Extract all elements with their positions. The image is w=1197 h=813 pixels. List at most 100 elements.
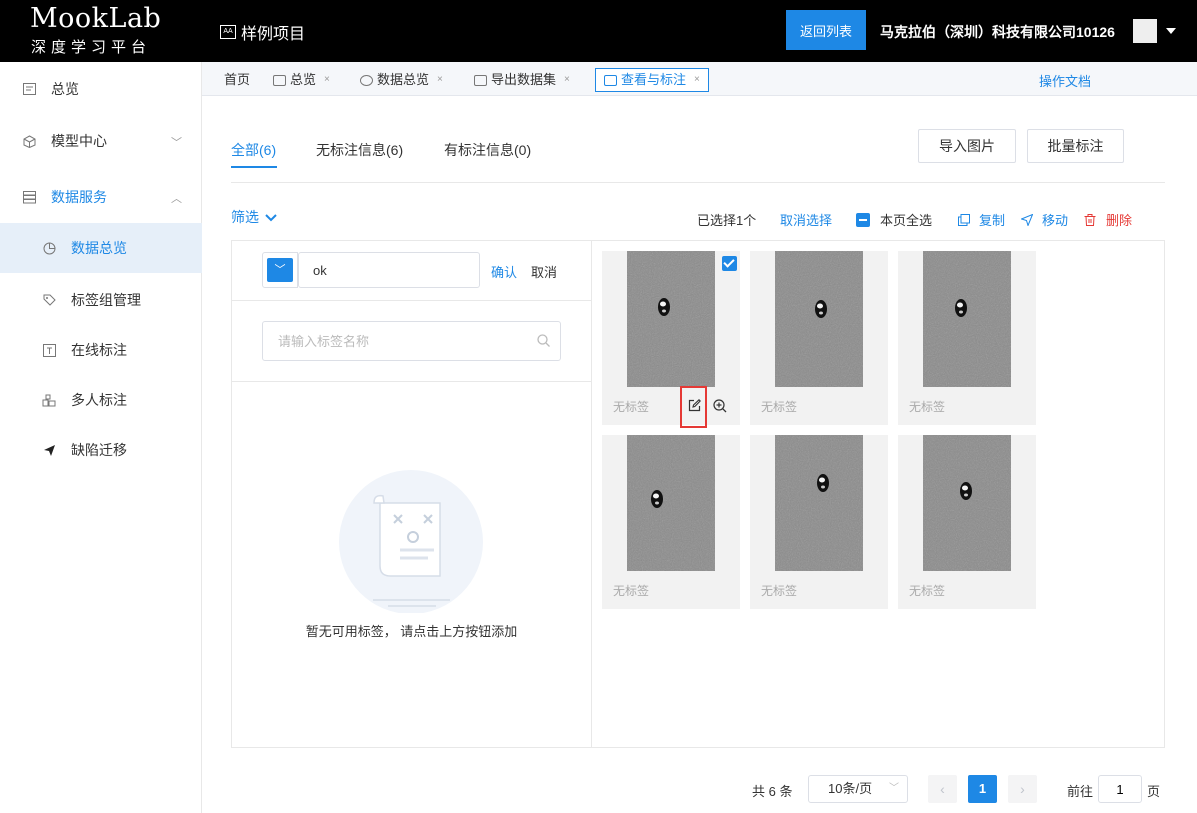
tab-labeled[interactable]: 有标注信息(0) [444, 140, 531, 160]
page-number-current[interactable]: 1 [968, 775, 997, 803]
tag-type-dropdown[interactable]: ﹀ [262, 252, 298, 288]
tab-label: 数据总览 [377, 72, 430, 87]
tab-data-overview[interactable]: 数据总览 × [360, 68, 443, 92]
sidebar-item-tag-group[interactable]: 标签组管理 [0, 275, 202, 325]
search-icon[interactable] [537, 334, 550, 347]
close-icon[interactable]: × [437, 69, 443, 91]
cube-icon [22, 134, 36, 148]
tab-view-annotate[interactable]: 查看与标注 × [595, 68, 709, 92]
image-label: 无标签 [613, 584, 650, 598]
text-box-icon [42, 343, 56, 357]
sidebar: 总览 模型中心 ﹀ 数据服务 ︿ 数据总览 标签组管理 在线标注 多人标注 缺陷… [0, 62, 202, 813]
image-card[interactable]: 无标签 [898, 251, 1036, 425]
empty-state-illustration [339, 470, 483, 613]
image-thumbnail[interactable] [627, 251, 715, 387]
boxes-icon [42, 393, 56, 407]
prev-page-button[interactable]: ‹ [928, 775, 957, 803]
close-icon[interactable]: × [324, 69, 330, 91]
sidebar-item-overview[interactable]: 总览 [0, 64, 202, 114]
divider [232, 381, 591, 382]
image-thumbnail[interactable] [923, 435, 1011, 571]
tab-unlabeled[interactable]: 无标注信息(6) [316, 140, 403, 160]
sidebar-item-multi-label[interactable]: 多人标注 [0, 375, 202, 425]
sidebar-item-label: 缺陷迁移 [71, 442, 127, 458]
tab-all[interactable]: 全部(6) [231, 140, 276, 160]
image-label: 无标签 [761, 400, 798, 414]
tab-export-dataset[interactable]: 导出数据集 × [474, 68, 570, 92]
send-icon [42, 443, 56, 457]
tab-overview[interactable]: 总览 × [273, 68, 330, 92]
filter-toggle[interactable]: 筛选 [231, 207, 277, 227]
active-tab-indicator [231, 166, 277, 168]
sidebar-item-label: 数据总览 [71, 240, 127, 256]
sidebar-item-label: 标签组管理 [71, 292, 141, 308]
confirm-button[interactable]: 确认 [491, 262, 517, 281]
close-icon[interactable]: × [694, 69, 700, 91]
cancel-selection-link[interactable]: 取消选择 [780, 210, 832, 229]
delete-label: 删除 [1106, 213, 1133, 228]
tag-name-input[interactable] [298, 252, 480, 288]
batch-annotate-button[interactable]: 批量标注 [1027, 129, 1124, 163]
image-label: 无标签 [909, 400, 946, 414]
move-label: 移动 [1042, 213, 1069, 228]
image-card[interactable]: 无标签 [602, 435, 740, 609]
tab-home[interactable]: 首页 [224, 68, 250, 92]
delete-button[interactable]: 删除 [1084, 210, 1132, 229]
avatar[interactable] [1133, 19, 1157, 43]
tag-search-input[interactable] [262, 321, 561, 361]
project-label: 样例项目 [241, 26, 306, 43]
tag-icon [42, 293, 56, 307]
image-thumbnail[interactable] [775, 435, 863, 571]
tab-label: 总览 [290, 72, 317, 87]
edit-icon[interactable] [688, 399, 701, 412]
project-icon: AA [220, 25, 236, 39]
tab-label: 导出数据集 [491, 72, 557, 87]
image-thumbnail[interactable] [775, 251, 863, 387]
logo: MookLab 深度学习平台 [0, 0, 202, 62]
divider [232, 300, 591, 301]
tab-label: 首页 [224, 72, 251, 87]
goto-label: 前往 [1067, 784, 1094, 799]
copy-button[interactable]: 复制 [958, 210, 1005, 229]
sidebar-item-model-center[interactable]: 模型中心 ﹀ [0, 116, 202, 166]
sidebar-item-online-label[interactable]: 在线标注 [0, 325, 202, 375]
top-header: MookLab 深度学习平台 AA 样例项目 返回列表 马克拉伯（深圳）科技有限… [0, 0, 1197, 62]
sidebar-item-defect-migration[interactable]: 缺陷迁移 [0, 425, 202, 475]
select-page-label[interactable]: 本页全选 [880, 210, 932, 229]
image-checkbox[interactable] [722, 256, 737, 271]
chevron-down-icon: ﹀ [267, 258, 293, 282]
sidebar-item-data-service[interactable]: 数据服务 ︿ [0, 172, 202, 222]
caret-down-icon[interactable] [1166, 28, 1176, 34]
image-card[interactable]: 无标签 [750, 435, 888, 609]
empty-state-text: 暂无可用标签， 请点击上方按钮添加 [305, 624, 518, 639]
image-thumbnail[interactable] [923, 251, 1011, 387]
docs-link[interactable]: 操作文档 [1039, 71, 1091, 90]
sidebar-item-data-overview[interactable]: 数据总览 [0, 223, 202, 273]
image-card[interactable]: 无标签 [898, 435, 1036, 609]
select-page-checkbox[interactable] [856, 213, 870, 227]
goto-page-input[interactable] [1098, 775, 1142, 803]
cancel-button[interactable]: 取消 [531, 262, 557, 281]
tab-icon [604, 74, 617, 86]
image-card[interactable]: 无标签 [750, 251, 888, 425]
pie-chart-icon [360, 74, 373, 86]
close-icon[interactable]: × [564, 69, 570, 91]
tab-label: 查看与标注 [621, 72, 687, 87]
copy-icon [958, 213, 970, 226]
tab-icon [273, 74, 286, 86]
image-card[interactable]: 无标签 [602, 251, 740, 428]
import-images-button[interactable]: 导入图片 [918, 129, 1016, 163]
move-button[interactable]: 移动 [1021, 210, 1068, 229]
next-page-button[interactable]: › [1008, 775, 1037, 803]
pagination-total: 共 6 条 [752, 784, 793, 799]
page-size-select[interactable]: 10条/页 ﹀ [808, 775, 908, 803]
sidebar-item-label: 多人标注 [71, 392, 127, 408]
image-label: 无标签 [909, 584, 946, 598]
zoom-in-icon[interactable] [713, 399, 727, 413]
image-thumbnail[interactable] [627, 435, 715, 571]
chevron-down-icon [265, 214, 277, 222]
image-label: 无标签 [613, 400, 650, 414]
filter-label: 筛选 [231, 209, 259, 225]
sidebar-item-label: 数据服务 [51, 189, 107, 205]
back-to-list-button[interactable]: 返回列表 [786, 10, 866, 50]
